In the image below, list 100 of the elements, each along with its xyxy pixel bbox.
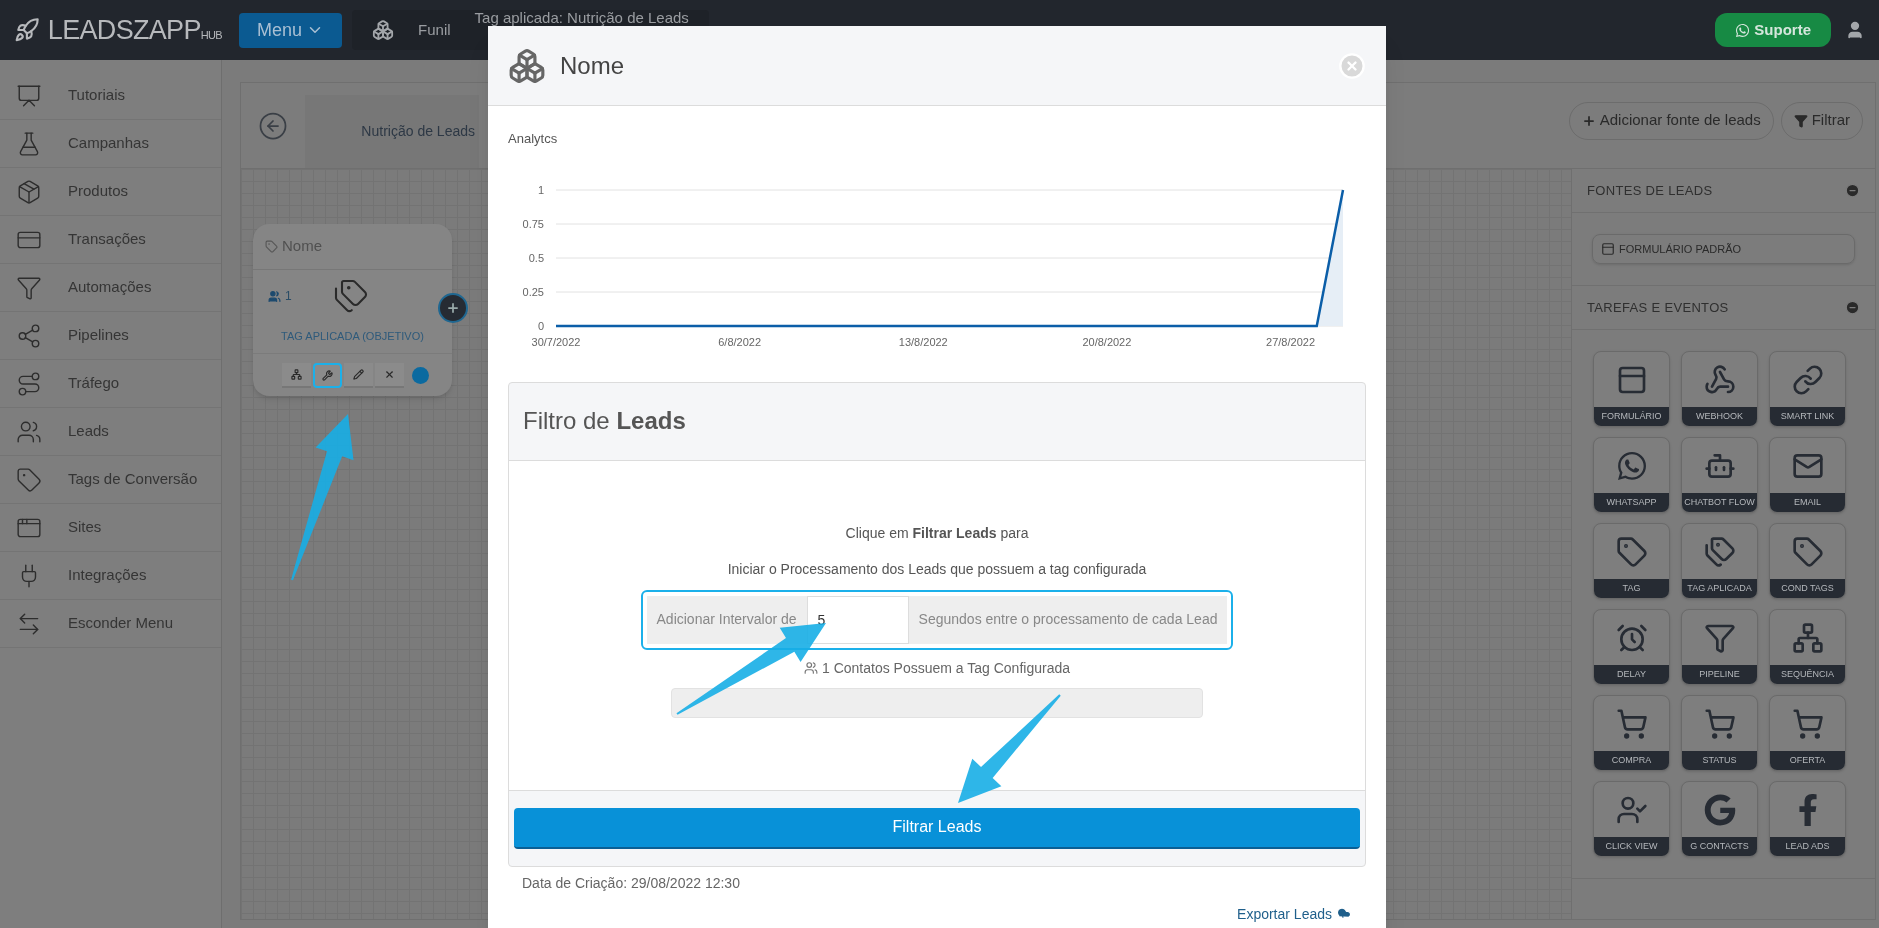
sidebar-item[interactable]: Produtos [0,168,221,216]
users-icon [268,290,281,303]
node-type-label: TAG APLICADA (OBJETIVO) [280,329,425,344]
webhook-icon [1703,363,1736,396]
sidebar-item[interactable]: Esconder Menu [0,600,221,648]
task-tile[interactable]: CHATBOT FLOW [1681,437,1758,513]
task-tile[interactable]: G CONTACTS [1681,781,1758,857]
hierarchy-icon [291,368,302,380]
instruction-text: Iniciar o Processamento dos Leads que possuem a tag configurada [727,559,1147,579]
section-header[interactable]: FONTES DE LEADS [1572,169,1875,213]
task-tile[interactable]: TAG APLICADA [1681,523,1758,599]
task-tile[interactable]: LEAD ADS [1769,781,1846,857]
axis-label: 20/8/2022 [1082,335,1132,348]
sidebar-item[interactable]: Tags de Conversão [0,456,221,504]
breadcrumb-item[interactable]: Funil [418,18,451,42]
panel-title: Filtro de Leads [523,406,686,436]
sidebar-item[interactable]: Transações [0,216,221,264]
lead-count: 1 [285,288,292,305]
task-tile[interactable]: WEBHOOK [1681,351,1758,427]
close-icon [384,368,395,380]
axis-label: 27/8/2022 [1266,335,1315,348]
add-node-button[interactable] [438,293,468,323]
cart-icon [1791,707,1824,740]
tag-icon [265,240,278,253]
tag-icon [1615,535,1648,568]
task-tile[interactable]: OFERTA [1769,695,1846,771]
link-icon [1791,363,1824,396]
axis-label: 6/8/2022 [718,335,762,348]
whatsapp-icon [1615,449,1648,482]
sidebar-item[interactable]: Tráfego [0,360,221,408]
node-tool-button[interactable] [375,362,404,388]
support-button[interactable]: Suporte [1715,13,1831,47]
users-icon [804,661,818,675]
wrench-icon [322,369,333,381]
task-tile[interactable]: SEQUÊNCIA [1769,609,1846,685]
sidebar-item[interactable]: Sites [0,504,221,552]
route-icon [16,370,42,397]
interval-suffix: Segundos entre o processamento de cada Lead [908,595,1228,644]
tags-icon [333,278,369,314]
task-tile[interactable]: CLICK VIEW [1593,781,1670,857]
plus-icon [1581,113,1596,128]
whatsapp-icon [1735,22,1751,38]
axis-label: 0.5 [528,251,544,264]
user-icon[interactable] [1845,20,1865,40]
menu-button[interactable]: Menu [239,12,343,48]
contacts-count: 1 Contatos Possuem a Tag Configurada [822,658,1070,678]
breadcrumb-item[interactable]: Tag aplicada: Nutrição de Leads [474,10,689,25]
cart-icon [1703,707,1736,740]
tags-icon [1703,535,1736,568]
axis-label: 0.25 [522,285,544,298]
collapse-icon[interactable] [1845,300,1860,315]
boxes-icon [372,19,395,41]
task-tile[interactable]: COMPRA [1593,695,1670,771]
interval-field[interactable]: 5 [806,595,909,644]
task-tile[interactable]: SMART LINK [1769,351,1846,427]
chart-label: Analytcs [508,130,559,148]
box-icon [16,178,42,205]
creation-date: Data de Criação: 29/08/2022 12:30 [522,873,741,893]
section-header[interactable]: TAREFAS E EVENTOS [1572,286,1875,330]
axis-label: 30/7/2022 [531,335,581,348]
sidebar-item[interactable]: Tutoriais [0,72,221,120]
sidebar-item[interactable]: Campanhas [0,120,221,168]
tag-icon [1791,535,1824,568]
node-tool-button[interactable] [344,362,373,388]
axis-label: 0.75 [522,217,544,230]
task-tile[interactable]: PIPELINE [1681,609,1758,685]
task-tile[interactable]: COND TAGS [1769,523,1846,599]
instruction-text: Clique em Filtrar Leads para [845,523,1029,543]
hierarchy-icon [1791,621,1824,654]
sidebar-item[interactable]: Leads [0,408,221,456]
form-icon [1601,242,1615,256]
modal-title: Nome [560,50,625,81]
boxes-icon [508,46,546,85]
google-icon [1703,793,1736,826]
sidebar-item[interactable]: Automações [0,264,221,312]
task-tile[interactable]: EMAIL [1769,437,1846,513]
collapse-icon[interactable] [1845,183,1860,198]
task-tile[interactable]: WHATSAPP [1593,437,1670,513]
share-icon [16,322,42,349]
node-tool-button[interactable] [313,362,342,388]
logo-text: LEADSZAPPHUB [47,13,222,47]
back-icon[interactable] [258,110,288,141]
export-leads-link[interactable]: Exportar Leads [1237,903,1352,925]
cart-icon [1615,707,1648,740]
tag-icon [16,466,42,493]
funnel-icon [1793,113,1808,128]
axis-label: 1 [537,183,544,196]
axis-label: 0 [537,319,544,332]
sidebar-item[interactable]: Pipelines [0,312,221,360]
task-tile[interactable]: TAG [1593,523,1670,599]
task-tile[interactable]: STATUS [1681,695,1758,771]
filter-leads-button[interactable]: Filtrar Leads [514,807,1360,849]
interval-prefix: Adicionar Intervalor de [646,595,807,644]
node-tool-button[interactable] [282,362,311,388]
task-tile[interactable]: FORMULÁRIO [1593,351,1670,427]
sidebar-item[interactable]: Integrações [0,552,221,600]
plus-icon [446,301,460,315]
task-tile[interactable]: DELAY [1593,609,1670,685]
axis-label: 13/8/2022 [898,335,948,348]
lead-source-item[interactable]: FORMULÁRIO PADRÃO [1592,234,1855,264]
